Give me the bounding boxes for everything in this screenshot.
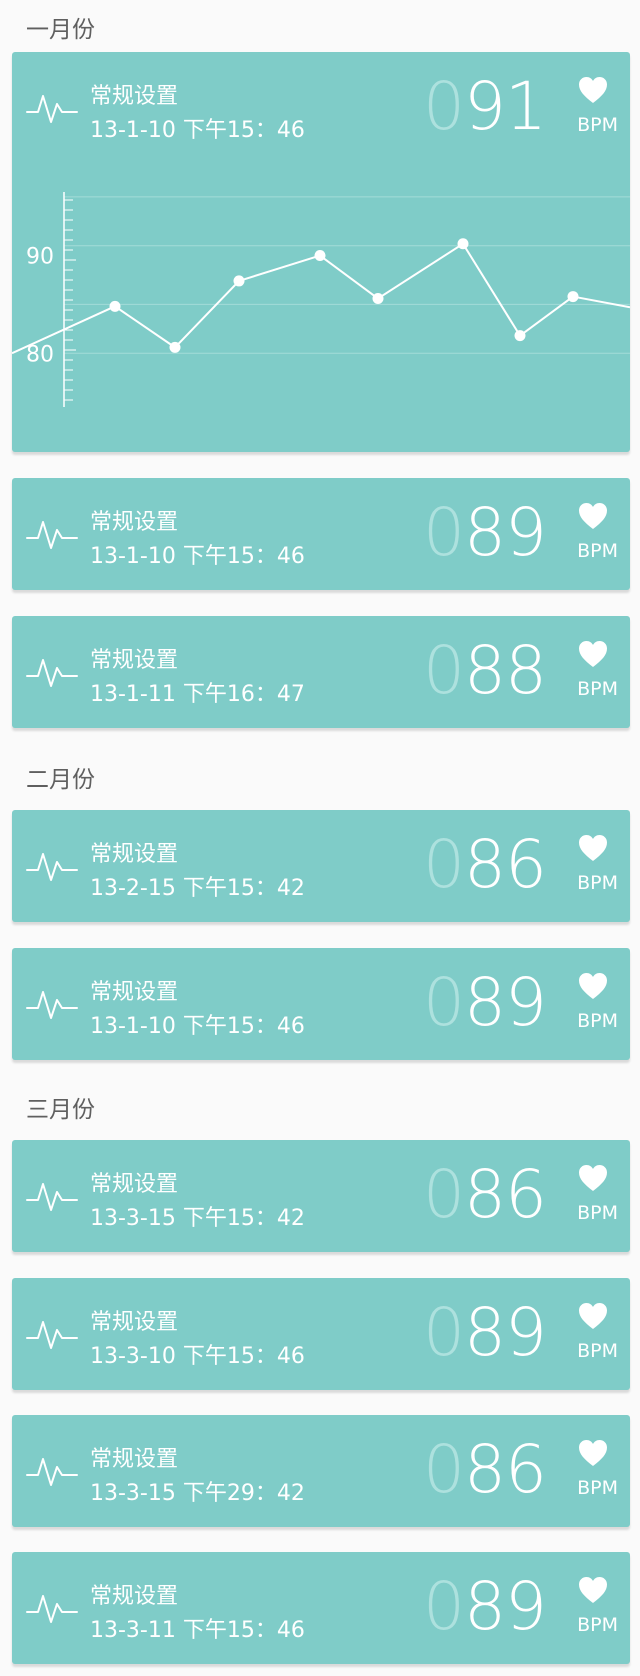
record-title: 常规设置: [90, 1172, 179, 1197]
pulse-icon: [26, 853, 78, 881]
data-point[interactable]: [372, 293, 384, 305]
bpm-leading-zero: 0: [423, 632, 465, 709]
bpm-value: 088: [423, 638, 547, 704]
bpm-unit-label: BPM: [577, 1614, 618, 1636]
pulse-icon: [26, 1183, 78, 1211]
record-title: 常规设置: [90, 510, 179, 535]
month-heading: 三月份: [26, 1097, 95, 1123]
bpm-leading-zero: 0: [423, 1431, 465, 1508]
record-time: 13-3-15 下午29：42: [90, 1481, 305, 1506]
heart-icon: [579, 1577, 607, 1603]
record-time: 13-3-10 下午15：46: [90, 1344, 305, 1369]
bpm-unit-label: BPM: [577, 1010, 618, 1032]
heart-rate-card[interactable]: 常规设置 13-3-15 下午29：42 086 BPM: [12, 1415, 630, 1527]
record-time: 13-1-10 下午15：46: [90, 1014, 305, 1039]
bpm-digits: 86: [464, 1431, 547, 1508]
pulse-icon: [26, 991, 78, 1019]
bpm-value: 086: [423, 1437, 547, 1503]
bpm-digits: 86: [464, 1156, 547, 1233]
heart-rate-card[interactable]: 常规设置 13-3-11 下午15：46 089 BPM: [12, 1552, 630, 1664]
bpm-digits: 89: [464, 494, 547, 571]
pulse-icon: [26, 1458, 78, 1486]
bpm-digits: 89: [464, 1568, 547, 1645]
heart-rate-card[interactable]: 常规设置 13-1-11 下午16：47 088 BPM: [12, 616, 630, 728]
pulse-icon: [26, 1321, 78, 1349]
record-title: 常规设置: [90, 842, 179, 867]
bpm-leading-zero: 0: [423, 964, 465, 1041]
bpm-leading-zero: 0: [423, 1294, 465, 1371]
data-point[interactable]: [314, 250, 326, 262]
heart-icon: [579, 973, 607, 999]
bpm-unit-label: BPM: [577, 678, 618, 700]
record-time: 13-3-15 下午15：42: [90, 1206, 305, 1231]
bpm-leading-zero: 0: [423, 494, 465, 571]
heart-rate-card[interactable]: 常规设置 13-1-10 下午15：46 089 BPM: [12, 478, 630, 590]
record-time: 13-1-10 下午15：46: [90, 544, 305, 569]
y-tick-label: 90: [26, 245, 54, 270]
heart-rate-card[interactable]: 常规设置 13-2-15 下午15：42 086 BPM: [12, 810, 630, 922]
bpm-value: 089: [423, 1300, 547, 1366]
bpm-value: 086: [423, 1162, 547, 1228]
data-point[interactable]: [567, 291, 579, 303]
record-time: 13-3-11 下午15：46: [90, 1618, 305, 1643]
bpm-unit-label: BPM: [577, 540, 618, 562]
record-title: 常规设置: [90, 980, 179, 1005]
heart-icon: [579, 641, 607, 667]
bpm-unit-label: BPM: [577, 1340, 618, 1362]
heart-icon: [579, 1303, 607, 1329]
heart-rate-line-chart: 9080: [12, 192, 630, 407]
bpm-value: 089: [423, 1574, 547, 1640]
data-point[interactable]: [109, 300, 121, 312]
heart-rate-card[interactable]: 常规设置 13-1-10 下午15：46 091 BPM 90 80: [12, 52, 630, 452]
bpm-digits: 88: [464, 632, 547, 709]
data-point[interactable]: [457, 238, 469, 250]
data-point[interactable]: [514, 330, 526, 342]
record-title: 常规设置: [90, 1584, 179, 1609]
month-heading: 一月份: [26, 17, 95, 43]
heart-icon: [579, 835, 607, 861]
heart-icon: [579, 1165, 607, 1191]
bpm-leading-zero: 0: [423, 1156, 465, 1233]
record-time: 13-1-11 下午16：47: [90, 682, 305, 707]
bpm-digits: 86: [464, 826, 547, 903]
bpm-value: 089: [423, 970, 547, 1036]
bpm-leading-zero: 0: [423, 1568, 465, 1645]
data-point[interactable]: [169, 341, 181, 353]
bpm-unit-label: BPM: [577, 1202, 618, 1224]
pulse-icon: [26, 521, 78, 549]
heart-rate-card[interactable]: 常规设置 13-3-10 下午15：46 089 BPM: [12, 1278, 630, 1390]
heart-rate-card[interactable]: 常规设置 13-1-10 下午15：46 089 BPM: [12, 948, 630, 1060]
month-heading: 二月份: [26, 767, 95, 793]
record-time: 13-2-15 下午15：42: [90, 876, 305, 901]
bpm-unit-label: BPM: [577, 872, 618, 894]
pulse-icon: [26, 659, 78, 687]
heart-icon: [579, 1440, 607, 1466]
bpm-unit-label: BPM: [577, 1477, 618, 1499]
pulse-icon: [26, 1595, 78, 1623]
bpm-value: 086: [423, 832, 547, 898]
record-title: 常规设置: [90, 1447, 179, 1472]
bpm-digits: 89: [464, 1294, 547, 1371]
data-point[interactable]: [233, 275, 245, 287]
bpm-leading-zero: 0: [423, 826, 465, 903]
record-title: 常规设置: [90, 648, 179, 673]
bpm-value: 089: [423, 500, 547, 566]
heart-rate-card[interactable]: 常规设置 13-3-15 下午15：42 086 BPM: [12, 1140, 630, 1252]
bpm-digits: 89: [464, 964, 547, 1041]
record-title: 常规设置: [90, 1310, 179, 1335]
heart-icon: [579, 503, 607, 529]
